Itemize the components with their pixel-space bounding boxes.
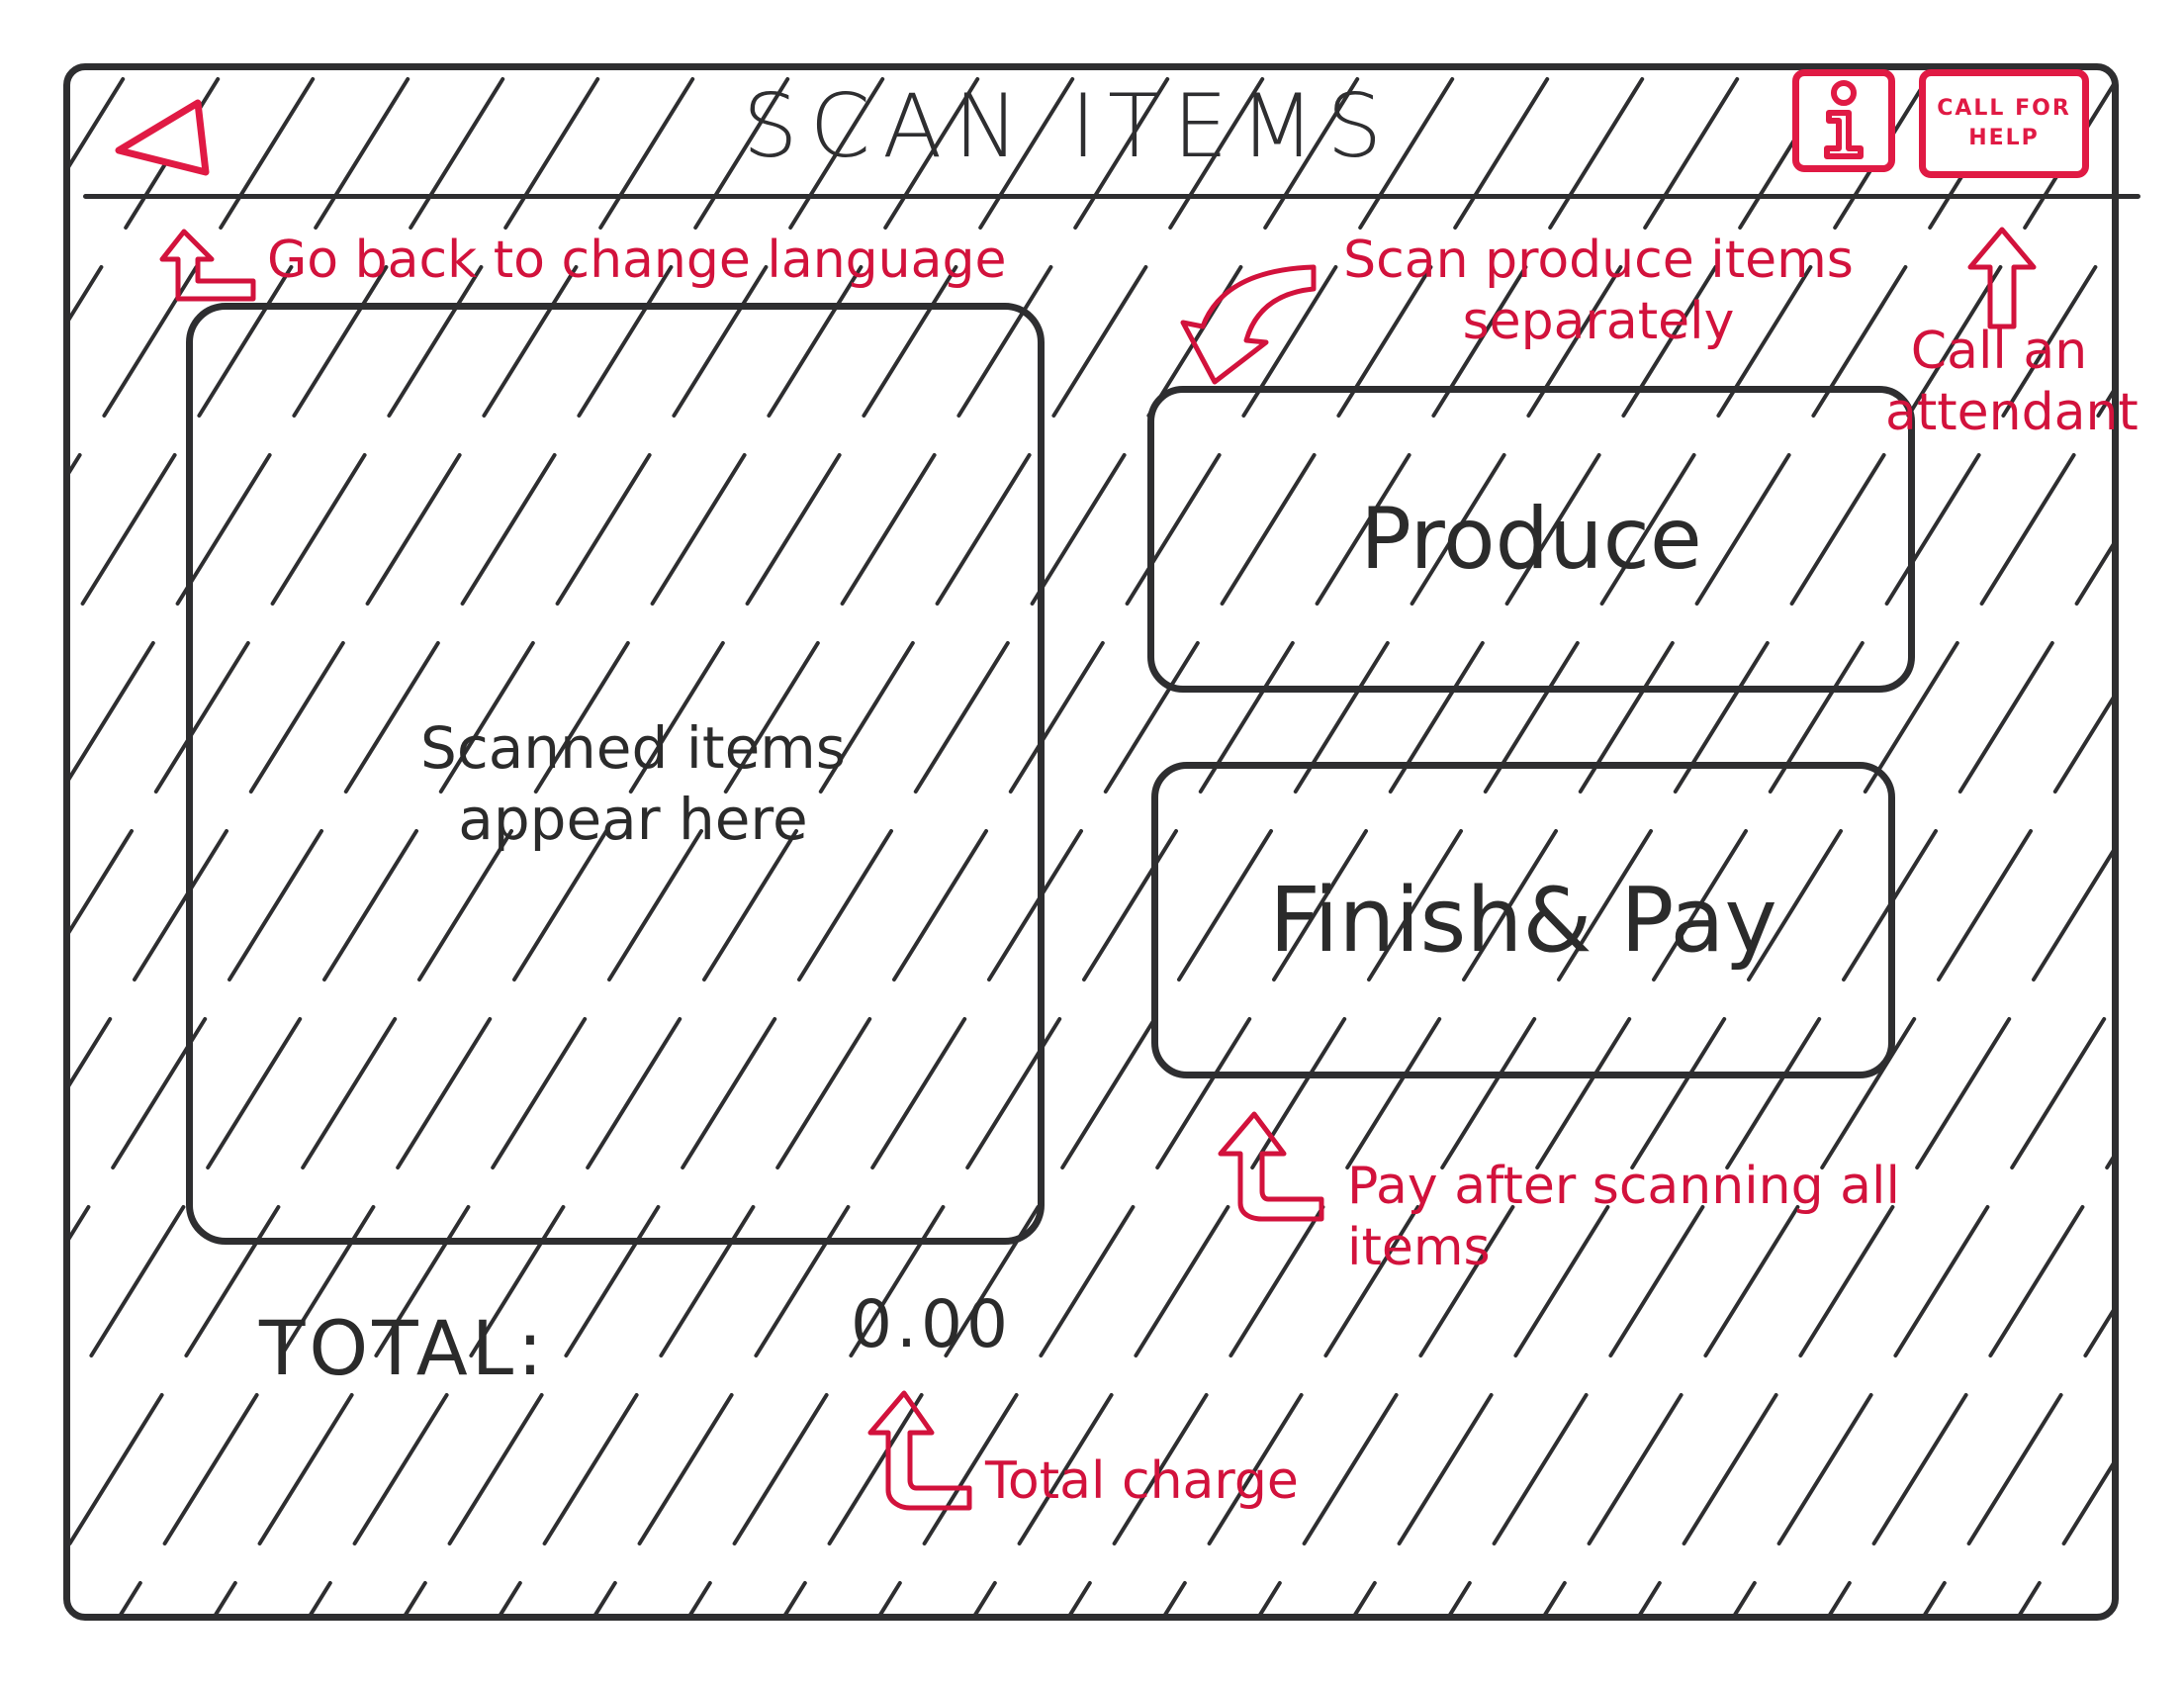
call-for-help-label: CALL FOR HELP (1937, 96, 2071, 150)
annotation-back: Go back to change language (267, 231, 1007, 290)
annotation-arrow-total-icon (867, 1390, 972, 1511)
hatch-stroke (0, 643, 58, 792)
info-button[interactable] (1792, 69, 1895, 172)
annotation-arrow-back-icon (159, 229, 256, 302)
hatch-stroke (0, 79, 28, 228)
hatch-stroke (2138, 1583, 2184, 1682)
annotation-produce: Scan produce items separately (1343, 231, 1854, 351)
annotation-arrow-help-icon (1967, 227, 2037, 329)
info-icon (1824, 80, 1864, 159)
annotation-total: Total charge (985, 1451, 1299, 1511)
total-value: 0.00 (851, 1286, 1012, 1362)
hatch-stroke (0, 1395, 67, 1543)
hatch-stroke (2172, 455, 2184, 604)
hatch-stroke (0, 267, 6, 416)
hatch-stroke (2159, 1395, 2184, 1543)
annotation-help: Call an attendant (1885, 322, 2138, 442)
produce-button[interactable]: Produce (1147, 386, 1915, 693)
back-triangle-icon (115, 99, 210, 176)
hatch-stroke (0, 1019, 15, 1168)
annotation-arrow-pay-icon (1218, 1111, 1324, 1222)
hatch-stroke (2129, 831, 2184, 980)
hatch-stroke (2120, 79, 2184, 228)
total-label: TOTAL: (259, 1304, 547, 1392)
hatch-stroke (0, 1583, 46, 1682)
scanned-items-placeholder: Scanned items appear here (420, 714, 846, 853)
hatch-stroke (0, 831, 37, 980)
header-divider (83, 194, 2140, 199)
finish-and-pay-label: Finish& Pay (1269, 868, 1777, 973)
call-for-help-button[interactable]: CALL FOR HELP (1919, 69, 2089, 178)
hatch-stroke (2150, 643, 2184, 792)
produce-button-label: Produce (1360, 490, 1702, 589)
finish-and-pay-button[interactable]: Finish& Pay (1151, 762, 1895, 1078)
back-button[interactable] (111, 91, 220, 180)
hatch-stroke (2180, 1207, 2184, 1355)
annotation-arrow-produce-icon (1180, 264, 1317, 385)
page-title: SCAN ITEMS (742, 75, 1395, 177)
annotation-pay: Pay after scanning all items (1347, 1157, 1900, 1277)
